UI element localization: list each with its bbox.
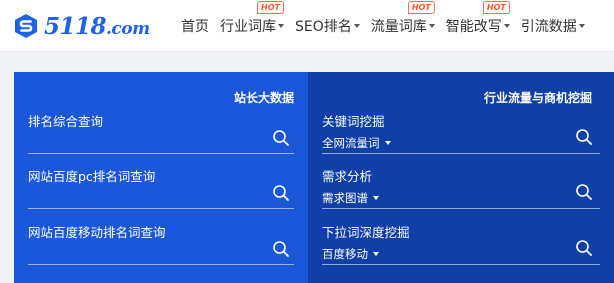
top-nav-bar: 5118.com 首页 行业词库 HOT SEO排名 流量词库 HOT 智能改写… <box>0 0 614 52</box>
tool-label: 关键词挖掘 <box>322 114 385 129</box>
logo-number: 5118 <box>44 12 107 40</box>
tool-row-ranking-query[interactable]: 排名综合查询 <box>28 111 294 156</box>
input-underline <box>28 208 294 209</box>
select-value: 需求图谱 <box>322 191 368 205</box>
main-nav: 首页 行业词库 HOT SEO排名 流量词库 HOT 智能改写 HOT 引流数据 <box>181 0 596 52</box>
caret-down-icon <box>373 196 379 200</box>
logo-text: 5118.com <box>44 13 150 40</box>
select-value: 百度移动 <box>322 247 368 261</box>
traffic-mining-column: 行业流量与商机挖掘 关键词挖掘 全网流量词 需求分析 需求图谱 下拉词深度挖掘 … <box>308 72 614 283</box>
column-title: 行业流量与商机挖掘 <box>483 91 592 105</box>
input-underline <box>322 264 600 265</box>
logo-suffix: .com <box>106 18 150 39</box>
select-value: 全网流量词 <box>322 136 380 150</box>
tool-row-keyword-mining[interactable]: 关键词挖掘 全网流量词 <box>322 111 600 156</box>
caret-down-icon <box>373 252 379 256</box>
search-icon[interactable] <box>272 240 290 258</box>
input-underline <box>28 153 294 154</box>
search-icon[interactable] <box>575 239 593 257</box>
tool-label: 需求分析 <box>322 169 373 184</box>
caret-down-icon <box>384 141 391 145</box>
input-underline <box>28 264 294 265</box>
tool-label: 网站百度pc排名词查询 <box>28 169 156 184</box>
source-select[interactable]: 需求图谱 <box>322 190 379 206</box>
nav-label: 行业词库 <box>220 19 276 35</box>
tools-panel: 站长大数据 排名综合查询 网站百度pc排名词查询 网站百度移动排名词查询 行业流… <box>14 72 614 283</box>
nav-item-traffic-words[interactable]: 流量词库 HOT <box>370 1 435 36</box>
tool-label: 下拉词深度挖掘 <box>322 225 410 240</box>
column-title: 站长大数据 <box>233 91 294 105</box>
tool-row-demand-analysis[interactable]: 需求分析 需求图谱 <box>322 166 600 211</box>
brand-logo[interactable]: 5118.com <box>12 10 150 42</box>
tool-label: 网站百度移动排名词查询 <box>28 225 166 240</box>
source-select[interactable]: 百度移动 <box>322 246 379 262</box>
tool-row-baidu-pc-ranking[interactable]: 网站百度pc排名词查询 <box>28 166 294 211</box>
caret-down-icon <box>353 24 360 28</box>
webmaster-data-column: 站长大数据 排名综合查询 网站百度pc排名词查询 网站百度移动排名词查询 <box>14 72 308 283</box>
input-underline <box>322 208 600 209</box>
caret-down-icon <box>503 24 510 28</box>
nav-label: 流量词库 <box>370 19 427 35</box>
search-icon[interactable] <box>272 184 290 202</box>
nav-item-smart-rewrite[interactable]: 智能改写 HOT <box>445 1 510 36</box>
search-icon[interactable] <box>575 128 593 146</box>
hot-badge: HOT <box>407 1 435 14</box>
nav-label: 智能改写 <box>445 19 502 35</box>
caret-down-icon <box>578 24 585 28</box>
search-icon[interactable] <box>272 129 290 147</box>
input-underline <box>322 153 600 154</box>
caret-down-icon <box>278 24 284 28</box>
nav-label: 引流数据 <box>520 19 577 35</box>
nav-item-seo-ranking[interactable]: SEO排名 <box>295 16 360 36</box>
tool-row-baidu-mobile-ranking[interactable]: 网站百度移动排名词查询 <box>28 222 294 267</box>
nav-item-home[interactable]: 首页 <box>181 16 209 36</box>
hot-badge: HOT <box>482 1 510 14</box>
tool-label: 排名综合查询 <box>28 114 104 129</box>
nav-item-industry-words[interactable]: 行业词库 HOT <box>220 1 284 36</box>
caret-down-icon <box>428 24 435 28</box>
hot-badge: HOT <box>257 1 284 14</box>
search-icon[interactable] <box>575 183 593 201</box>
nav-item-traffic-data[interactable]: 引流数据 <box>521 16 585 36</box>
source-select[interactable]: 全网流量词 <box>322 135 391 151</box>
s-logo-icon <box>15 14 37 38</box>
nav-label: SEO排名 <box>295 19 352 35</box>
tool-row-suggest-mining[interactable]: 下拉词深度挖掘 百度移动 <box>322 222 600 267</box>
nav-label: 首页 <box>181 19 209 35</box>
